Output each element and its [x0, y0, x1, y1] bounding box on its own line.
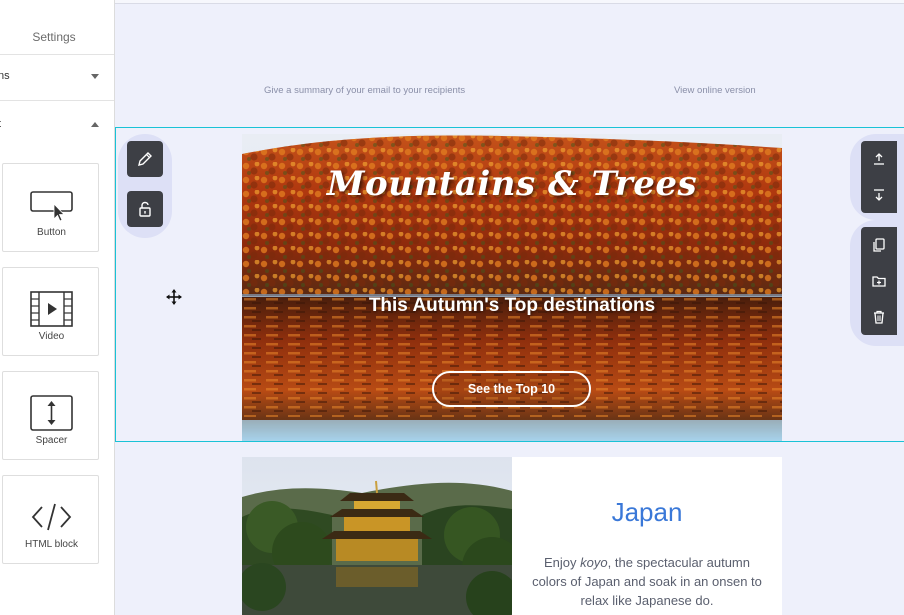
hero-headline: This Autumn's Top destinations [368, 295, 656, 316]
move-down-icon [874, 189, 884, 201]
japan-body-text: Enjoy [544, 555, 581, 570]
sidebar-row-collapsed[interactable]: ns [0, 54, 114, 100]
hero-script-title: Mountains & Trees [326, 164, 698, 204]
vertical-spacer-icon [30, 395, 73, 431]
save-section-button[interactable] [861, 263, 897, 299]
block-tile-video[interactable]: Video [2, 267, 99, 356]
settings-sidebar: Settings ns t Button [0, 0, 115, 615]
block-label: Button [37, 227, 66, 238]
lock-section-button[interactable] [127, 191, 163, 227]
block-label: HTML block [25, 539, 78, 550]
chevron-up-icon [91, 122, 99, 127]
chevron-down-icon [91, 74, 99, 79]
golden-pavilion-image [242, 457, 512, 615]
trash-icon [874, 310, 884, 324]
block-label: Spacer [35, 435, 68, 446]
move-up-icon [874, 153, 884, 165]
edit-section-button[interactable] [127, 141, 163, 177]
sidebar-row-label: ns [0, 70, 10, 82]
sidebar-row-expanded[interactable]: t [0, 100, 114, 146]
see-top-10-button[interactable]: See the Top 10 [432, 371, 591, 407]
duplicate-section-button[interactable] [861, 227, 897, 263]
unlock-icon [139, 201, 151, 217]
japan-temple-image[interactable] [242, 457, 512, 615]
preheader-summary[interactable]: Give a summary of your email to your rec… [264, 85, 465, 96]
japan-text-block[interactable]: Japan Enjoy koyo, the spectacular autumn… [512, 457, 782, 615]
pencil-icon [138, 152, 152, 166]
block-tile-html[interactable]: HTML block [2, 475, 99, 564]
sidebar-title: Settings [32, 30, 76, 44]
japan-description: Enjoy koyo, the spectacular autumn color… [530, 553, 764, 610]
move-cross-icon[interactable] [166, 289, 182, 305]
duplicate-icon [873, 238, 885, 252]
japan-title: Japan [611, 497, 683, 527]
canvas-top-edge [115, 0, 904, 4]
film-play-icon [30, 291, 73, 327]
delete-section-button[interactable] [861, 299, 897, 335]
sidebar-row-label: t [0, 118, 1, 130]
move-section-up-button[interactable] [861, 141, 897, 177]
button-cursor-icon [30, 191, 73, 222]
hero-image-block[interactable]: Mountains & Trees This Autumn's Top dest… [242, 134, 782, 441]
block-label: Video [38, 331, 65, 342]
move-section-down-button[interactable] [861, 177, 897, 213]
block-tile-spacer[interactable]: Spacer [2, 371, 99, 460]
japan-body-emphasis: koyo [580, 555, 608, 570]
save-folder-icon [872, 276, 886, 287]
view-online-link[interactable]: View online version [674, 85, 756, 96]
block-tile-button[interactable]: Button [2, 163, 99, 252]
code-brackets-icon [31, 503, 72, 531]
